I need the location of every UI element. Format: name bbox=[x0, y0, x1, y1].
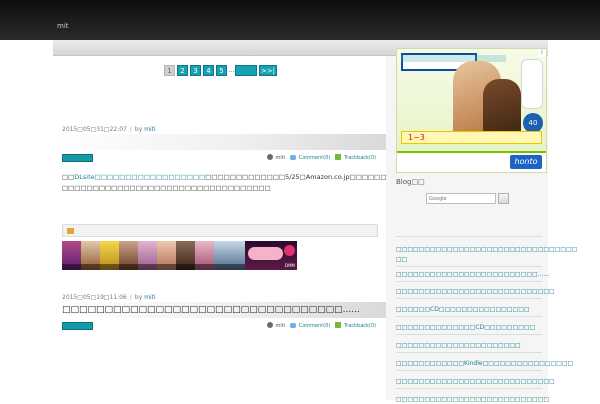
post-meta: 2015□05□19□11:06 | by miti bbox=[62, 294, 156, 301]
user-icon bbox=[266, 322, 273, 328]
next-page-button[interactable] bbox=[235, 65, 257, 76]
tag-bar bbox=[62, 224, 378, 237]
banner-brand: DMM bbox=[285, 263, 295, 268]
ad-badge: 40 bbox=[523, 113, 543, 133]
banner-character-6 bbox=[157, 241, 176, 270]
post-body: □□DLsite□□□□□□□□□□□□□□□□□□□□□□□□□□□□□□□5… bbox=[62, 173, 483, 192]
recent-post-link[interactable]: □□□□□□□□□□□□Kindle□□□□□□□□□□□□□□□□ bbox=[396, 360, 573, 367]
comment-icon bbox=[289, 154, 296, 160]
sidebar: 40 1~3 honto i Blog□□ □□□□□□□□□□□□□□□□□□… bbox=[386, 48, 577, 403]
pagination-ellipsis: … bbox=[228, 66, 235, 74]
ad-info-icon[interactable]: i bbox=[538, 49, 546, 57]
recent-post-link[interactable]: □□□□□□□□□□□□□□CD□□□□□□□□□ bbox=[396, 324, 542, 331]
category-badge[interactable] bbox=[62, 322, 93, 330]
blog-search-title: Blog□□ bbox=[396, 178, 425, 186]
search-button[interactable] bbox=[498, 193, 509, 204]
post-time: 11:06 bbox=[109, 294, 127, 301]
promo-banner[interactable]: DMM bbox=[62, 241, 297, 270]
banner-character-1 bbox=[62, 241, 81, 270]
comment-icon bbox=[289, 322, 296, 328]
post-info: miti Comment(0) Trackback(0) bbox=[264, 322, 376, 329]
recent-post-link[interactable]: □□ bbox=[396, 256, 542, 263]
recent-post-link[interactable]: □□□□□□□□□□□□□□□□□□□□□□□□□□□□ bbox=[396, 378, 555, 385]
category-badge[interactable] bbox=[62, 154, 93, 162]
page-3-button[interactable]: 3 bbox=[190, 65, 201, 76]
page-2-button[interactable]: 2 bbox=[177, 65, 188, 76]
page-4-button[interactable]: 4 bbox=[203, 65, 214, 76]
post-meta: 2015□05□31□22:07 | by miti bbox=[62, 126, 156, 133]
banner-character-3 bbox=[100, 241, 119, 270]
ad-footer: honto bbox=[397, 151, 546, 172]
banner-character-9 bbox=[214, 241, 245, 270]
banner-character-5 bbox=[138, 241, 157, 270]
page-5-button[interactable]: 5 bbox=[216, 65, 227, 76]
post-body-link[interactable]: DLsite bbox=[74, 173, 94, 181]
search-input[interactable] bbox=[426, 193, 496, 204]
ad-illustration-2 bbox=[483, 79, 521, 139]
banner-tagline bbox=[248, 247, 283, 260]
last-page-button[interactable]: >>| bbox=[259, 65, 277, 76]
post-date: 2015 bbox=[62, 294, 78, 301]
post-2: 2015□05□19□11:06 | by miti □□□□□□□□□□□□□□□… bbox=[53, 294, 386, 404]
trackback-link[interactable]: Trackback(0) bbox=[344, 323, 376, 329]
site-description: mit bbox=[57, 22, 69, 30]
tag-icon bbox=[67, 228, 74, 234]
ad-brand-logo: honto bbox=[510, 155, 542, 169]
recent-post-link[interactable]: □□□□□□□□□□□□□□□□□□□□□□□□□□□□ bbox=[396, 288, 555, 295]
trackback-link[interactable]: Trackback(0) bbox=[344, 155, 376, 161]
post-1: 2015□05□31□22:07 | by miti miti Comment(0)… bbox=[53, 126, 483, 276]
recent-post-link[interactable]: □□□□□□□□□□□□□□□□□□□□□□□□□…… bbox=[396, 271, 550, 278]
trackback-icon bbox=[334, 154, 341, 160]
ad-speech-bubble bbox=[521, 59, 543, 109]
banner-logo-circle bbox=[284, 245, 295, 256]
banner-character-2 bbox=[81, 241, 100, 270]
post-author[interactable]: miti bbox=[144, 294, 156, 301]
post-author[interactable]: miti bbox=[144, 126, 156, 133]
comment-link[interactable]: Comment(0) bbox=[299, 323, 331, 329]
post-info: miti Comment(0) Trackback(0) bbox=[264, 154, 376, 161]
post-title-bar: □□□□□□□□□□□□□□□□□□□□□□□□□□□□□□□□□...... bbox=[53, 302, 386, 318]
banner-character-7 bbox=[176, 241, 195, 270]
comment-link[interactable]: Comment(0) bbox=[299, 155, 331, 161]
ad-strip: 1~3 bbox=[401, 131, 542, 144]
post-title-bar bbox=[53, 134, 386, 150]
recent-post-link[interactable]: □□□□□□□□□□□□□□□□□□□□□□□□□□□□□□□□ bbox=[396, 246, 577, 253]
post-title[interactable]: □□□□□□□□□□□□□□□□□□□□□□□□□□□□□□□□□...... bbox=[62, 305, 360, 315]
banner-tagline-panel: DMM bbox=[245, 241, 297, 270]
post-date: 2015 bbox=[62, 126, 78, 133]
main-content: 1 2 3 4 5 … >>| 2015□05□31□22:07 | by miti… bbox=[53, 56, 483, 400]
page-1-button[interactable]: 1 bbox=[164, 65, 175, 76]
banner-character-8 bbox=[195, 241, 214, 270]
sidebar-ad[interactable]: 40 1~3 honto i bbox=[396, 48, 547, 173]
recent-post-link[interactable]: □□□□□□CD□□□□□□□□□□□□□□□□ bbox=[396, 306, 542, 313]
recent-post-link[interactable]: □□□□□□□□□□□□□□□□□□□□□□ bbox=[396, 342, 542, 349]
post-time: 22:07 bbox=[109, 126, 127, 133]
site-header: mit bbox=[0, 0, 600, 40]
trackback-icon bbox=[334, 322, 341, 328]
user-icon bbox=[266, 154, 273, 160]
banner-character-4 bbox=[119, 241, 138, 270]
